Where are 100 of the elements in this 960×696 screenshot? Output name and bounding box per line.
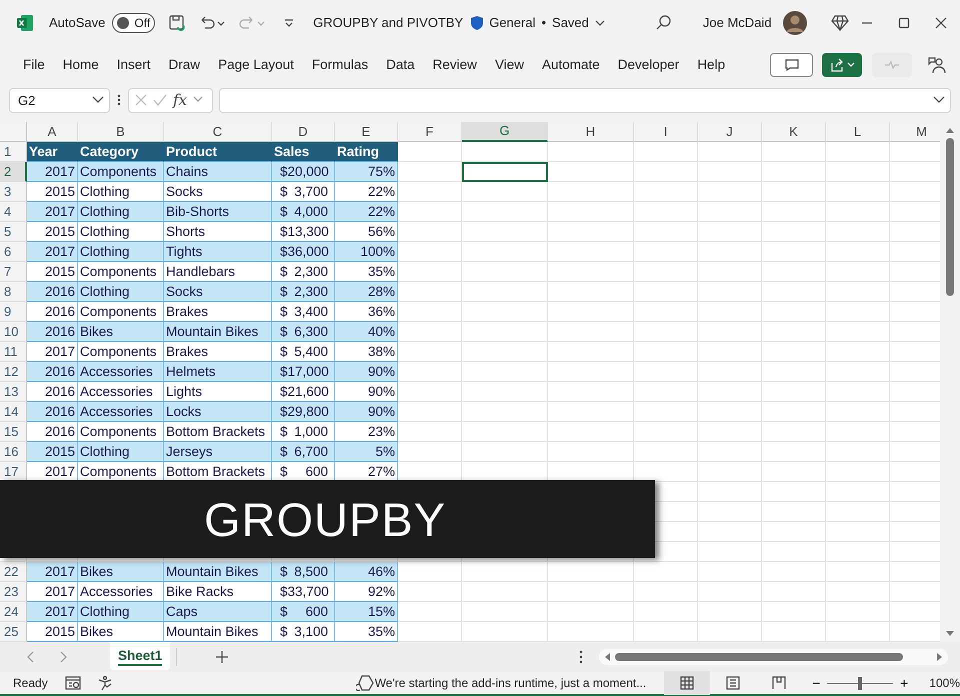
more-icon[interactable]: [116, 93, 122, 108]
ribbon-tab[interactable]: Help: [688, 53, 734, 76]
add-ins-icon: [356, 675, 374, 691]
vertical-scrollbar-thumb[interactable]: [946, 138, 954, 296]
ribbon-tab[interactable]: Formulas: [302, 53, 378, 76]
name-box[interactable]: G2: [9, 88, 110, 113]
column-header[interactable]: E: [335, 122, 398, 142]
table-cell: 2016: [27, 322, 78, 342]
zoom-level[interactable]: 100%: [929, 676, 960, 690]
row-header[interactable]: 9: [0, 302, 27, 322]
sheet-tab[interactable]: Sheet1: [110, 642, 170, 670]
row-header[interactable]: 14: [0, 402, 27, 422]
add-sheet-icon[interactable]: [215, 650, 230, 664]
formula-input[interactable]: [219, 88, 951, 113]
horizontal-scrollbar-thumb[interactable]: [615, 652, 904, 661]
row-header[interactable]: 13: [0, 382, 27, 402]
row-header[interactable]: 5: [0, 222, 27, 242]
scroll-right-icon[interactable]: [936, 652, 944, 662]
table-cell: 28%: [335, 282, 398, 302]
row-header[interactable]: 16: [0, 442, 27, 462]
row-header[interactable]: 24: [0, 602, 27, 622]
close-icon[interactable]: [935, 16, 948, 29]
zoom-out-button[interactable]: −: [812, 675, 820, 691]
ribbon-tab[interactable]: Draw: [160, 53, 210, 76]
row-header[interactable]: 1: [0, 142, 27, 162]
caret-icon[interactable]: [933, 96, 945, 104]
row-header[interactable]: 10: [0, 322, 27, 342]
scroll-up-icon[interactable]: [945, 126, 955, 134]
column-header[interactable]: J: [698, 122, 762, 142]
column-header[interactable]: B: [78, 122, 164, 142]
table-cell: 100%: [335, 242, 398, 262]
row-header[interactable]: 2: [0, 162, 27, 182]
normal-view-button[interactable]: [664, 671, 710, 695]
maximize-icon[interactable]: [898, 16, 910, 29]
row-header[interactable]: 8: [0, 282, 27, 302]
table-cell: $29,800: [272, 402, 335, 422]
insert-function-button[interactable]: fx: [173, 91, 188, 110]
caret-icon[interactable]: [594, 18, 606, 28]
save-icon[interactable]: [168, 14, 186, 32]
table-cell: $ 600: [272, 602, 335, 622]
row-header[interactable]: 23: [0, 582, 27, 602]
more-icon[interactable]: [579, 650, 584, 664]
ribbon-tab[interactable]: Review: [424, 53, 486, 76]
ribbon-tab[interactable]: Developer: [608, 53, 688, 76]
column-header[interactable]: L: [826, 122, 890, 142]
column-header[interactable]: I: [634, 122, 698, 142]
ribbon-tab[interactable]: Automate: [532, 53, 609, 76]
scroll-left-icon[interactable]: [603, 652, 612, 662]
save-status[interactable]: Saved: [552, 15, 589, 30]
table-cell: 15%: [335, 602, 398, 622]
search-icon[interactable]: [654, 14, 673, 32]
column-header[interactable]: A: [27, 122, 78, 142]
row-header[interactable]: 7: [0, 262, 27, 282]
autosave-toggle[interactable]: Off: [112, 12, 156, 33]
column-header[interactable]: M: [890, 122, 940, 142]
table-cell: 2017: [27, 202, 78, 222]
table-cell: Mountain Bikes: [164, 322, 272, 342]
row-header[interactable]: 12: [0, 362, 27, 382]
table-cell: Tights: [164, 242, 272, 262]
row-header[interactable]: 11: [0, 342, 27, 362]
share-button[interactable]: [822, 52, 862, 77]
table-header-cell: Sales: [272, 142, 335, 162]
avatar-icon[interactable]: [782, 10, 807, 35]
column-header[interactable]: C: [164, 122, 272, 142]
table-cell: Socks: [164, 282, 272, 302]
row-header[interactable]: 17: [0, 462, 27, 482]
row-header[interactable]: 22: [0, 562, 27, 582]
sensitivity-label[interactable]: General: [489, 15, 536, 30]
zoom-in-button[interactable]: +: [900, 675, 908, 691]
comments-button[interactable]: [770, 52, 813, 77]
row-header[interactable]: 6: [0, 242, 27, 262]
ribbon-tab[interactable]: Insert: [108, 53, 160, 76]
ribbon-tab[interactable]: View: [486, 53, 533, 76]
row-header[interactable]: 25: [0, 622, 27, 642]
row-header[interactable]: 4: [0, 202, 27, 222]
ribbon-tab[interactable]: Page Layout: [209, 53, 303, 76]
column-header[interactable]: F: [398, 122, 462, 142]
feedback-icon[interactable]: [928, 56, 946, 74]
table-cell: 5%: [335, 442, 398, 462]
ribbon-tab[interactable]: Home: [54, 53, 108, 76]
table-cell: 2016: [27, 282, 78, 302]
active-cell[interactable]: [462, 162, 548, 182]
accessibility-icon[interactable]: [96, 675, 113, 691]
column-header[interactable]: K: [762, 122, 826, 142]
macro-recording-icon[interactable]: [64, 676, 81, 690]
ribbon-tab[interactable]: File: [14, 53, 54, 76]
table-cell: 90%: [335, 402, 398, 422]
diamond-icon[interactable]: [830, 14, 849, 31]
column-header[interactable]: G: [462, 122, 548, 142]
column-header[interactable]: H: [548, 122, 634, 142]
row-header[interactable]: 15: [0, 422, 27, 442]
row-header[interactable]: 3: [0, 182, 27, 202]
scroll-down-icon[interactable]: [945, 630, 955, 638]
column-header[interactable]: D: [272, 122, 335, 142]
zoom-slider-thumb[interactable]: [858, 676, 862, 690]
table-cell: Accessories: [78, 362, 164, 382]
table-cell: Clothing: [78, 242, 164, 262]
table-cell: Clothing: [78, 282, 164, 302]
ribbon-tab[interactable]: Data: [377, 53, 424, 76]
table-cell: $ 8,500: [272, 562, 335, 582]
